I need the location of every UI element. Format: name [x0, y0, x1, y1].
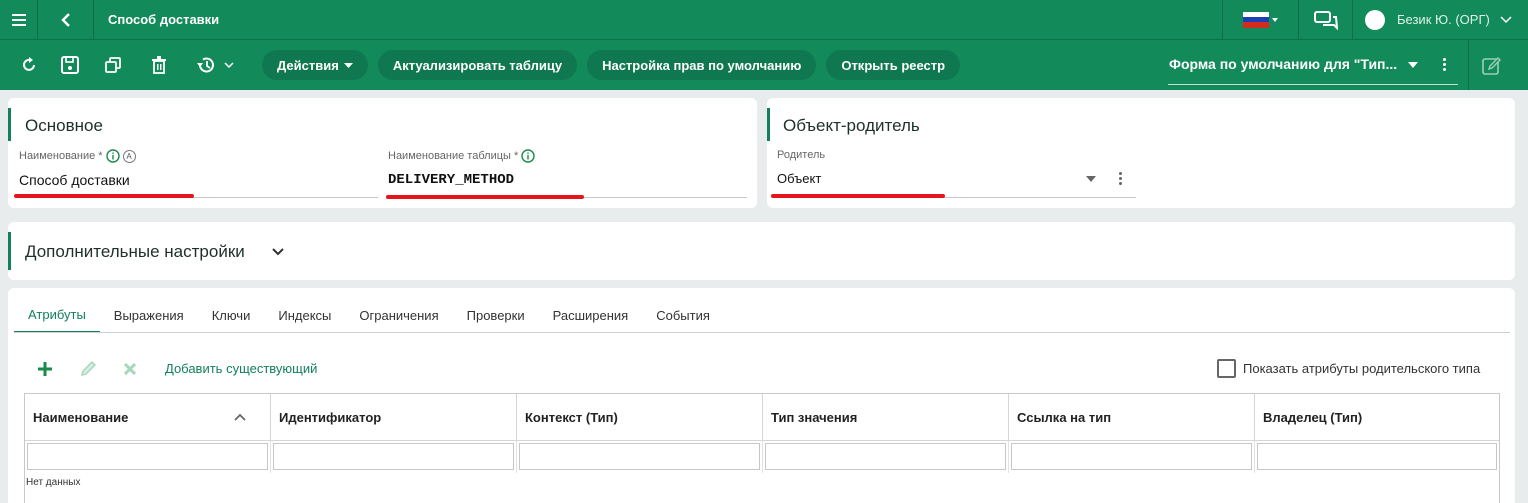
- filter-identifier-input[interactable]: [273, 443, 514, 470]
- form-selector[interactable]: Форма по умолчанию для "Тип...: [1168, 43, 1458, 85]
- column-header-value-type[interactable]: Тип значения: [763, 394, 1009, 441]
- grid-header: Наименование Идентификатор Контекст (Тип…: [25, 394, 1499, 441]
- save-icon[interactable]: [50, 40, 90, 90]
- chevron-down-icon: [224, 62, 234, 68]
- name-field[interactable]: Способ доставки: [19, 172, 130, 188]
- chevron-down-icon: [1500, 15, 1512, 23]
- tab-indexes[interactable]: Индексы: [264, 297, 345, 333]
- default-rights-button[interactable]: Настройка прав по умолчанию: [587, 50, 817, 80]
- tab-expressions[interactable]: Выражения: [100, 297, 198, 333]
- show-parent-label: Показать атрибуты родительского типа: [1243, 361, 1481, 376]
- edit-form-icon[interactable]: [1482, 56, 1502, 81]
- filter-owner-input[interactable]: [1257, 443, 1497, 470]
- table-name-field[interactable]: DELIVERY_METHOD: [388, 172, 514, 188]
- column-header-identifier[interactable]: Идентификатор: [271, 394, 517, 441]
- column-header-type-ref[interactable]: Ссылка на тип: [1009, 394, 1255, 441]
- tab-checks[interactable]: Проверки: [453, 297, 539, 333]
- filter-context-input[interactable]: [519, 443, 760, 470]
- refresh-table-button[interactable]: Актуализировать таблицу: [377, 50, 578, 80]
- main-card-title: Основное: [25, 116, 103, 135]
- avatar: [1365, 9, 1385, 30]
- filter-type-ref-input[interactable]: [1011, 443, 1252, 470]
- filter-value-type-input[interactable]: [765, 443, 1006, 470]
- extra-settings-card[interactable]: Дополнительные настройки: [8, 222, 1515, 280]
- column-header-name[interactable]: Наименование: [25, 394, 271, 441]
- chat-icon[interactable]: [1299, 0, 1353, 40]
- language-selector[interactable]: [1222, 0, 1299, 40]
- sort-up-icon[interactable]: [234, 413, 246, 421]
- column-header-owner[interactable]: Владелец (Тип): [1255, 394, 1499, 441]
- history-icon[interactable]: [182, 40, 248, 90]
- tab-events[interactable]: События: [642, 297, 724, 333]
- add-existing-button[interactable]: Добавить существующий: [165, 361, 317, 376]
- user-name: Безик Ю. (ОРГ): [1397, 12, 1490, 27]
- copy-icon[interactable]: [90, 40, 136, 90]
- column-header-context[interactable]: Контекст (Тип): [517, 394, 763, 441]
- tab-extensions[interactable]: Расширения: [539, 297, 643, 333]
- parent-card: Объект-родитель: [767, 98, 1515, 208]
- edit-icon[interactable]: [80, 361, 96, 377]
- actions-button[interactable]: Действия: [262, 50, 368, 80]
- tabs-bar: Атрибуты Выражения Ключи Индексы Огранич…: [14, 297, 724, 333]
- parent-card-title: Объект-родитель: [783, 116, 920, 135]
- page-title: Способ доставки: [108, 12, 220, 27]
- more-vert-icon[interactable]: [1438, 52, 1450, 76]
- attributes-grid: Наименование Идентификатор Контекст (Тип…: [24, 393, 1500, 503]
- delete-icon[interactable]: [136, 40, 182, 90]
- remove-icon[interactable]: [124, 363, 136, 375]
- top-bar: Способ доставки Безик Ю. (ОРГ): [0, 0, 1528, 40]
- caret-down-icon[interactable]: [1086, 176, 1096, 182]
- filter-name-input[interactable]: [27, 443, 268, 470]
- chevron-down-icon: [272, 248, 284, 256]
- name-label: Наименование * A: [19, 149, 136, 163]
- user-menu[interactable]: Безик Ю. (ОРГ): [1353, 0, 1528, 40]
- extra-settings-title: Дополнительные настройки: [25, 242, 245, 261]
- parent-label: Родитель: [777, 149, 826, 161]
- no-data-text: Нет данных: [26, 477, 81, 488]
- show-parent-checkbox[interactable]: [1217, 359, 1236, 378]
- form-selector-value: Форма по умолчанию для "Тип...: [1169, 55, 1398, 72]
- grid-filter-row: [25, 441, 1499, 473]
- add-icon[interactable]: [38, 362, 52, 376]
- refresh-icon[interactable]: [0, 40, 50, 90]
- tab-constraints[interactable]: Ограничения: [345, 297, 452, 333]
- caret-down-icon: [1408, 62, 1418, 68]
- more-vert-icon[interactable]: [1119, 172, 1123, 185]
- table-name-label: Наименование таблицы *: [388, 149, 535, 163]
- back-icon[interactable]: [38, 0, 94, 40]
- menu-icon[interactable]: [0, 0, 38, 40]
- auto-icon: A: [122, 149, 136, 163]
- tab-keys[interactable]: Ключи: [198, 297, 265, 333]
- caret-down-icon: [343, 62, 353, 68]
- info-icon[interactable]: [521, 149, 535, 163]
- parent-select[interactable]: Объект: [777, 171, 821, 186]
- info-icon[interactable]: [105, 149, 120, 163]
- open-registry-button[interactable]: Открыть реестр: [826, 50, 961, 80]
- flag-ru-icon: [1242, 11, 1278, 28]
- tab-attributes[interactable]: Атрибуты: [14, 297, 100, 333]
